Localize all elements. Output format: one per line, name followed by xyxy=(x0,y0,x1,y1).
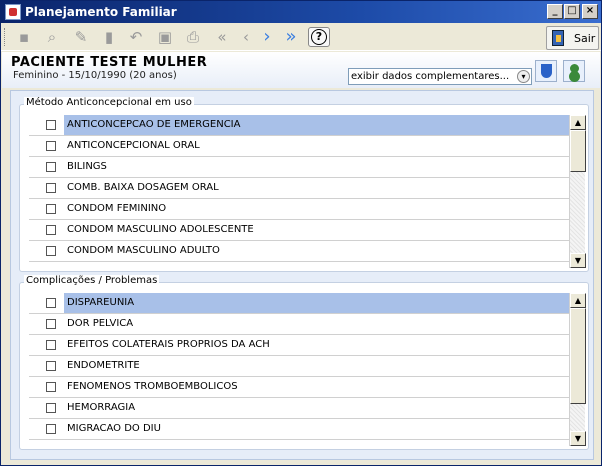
help-icon: ? xyxy=(311,29,327,45)
checkbox[interactable] xyxy=(46,141,56,151)
patient-details: Feminino - 15/10/1990 (20 anos) xyxy=(13,70,177,81)
list-item[interactable]: CONDOM MASCULINO ADULTO xyxy=(29,241,578,262)
checkbox[interactable] xyxy=(46,183,56,193)
list-item-label: MIGRACAO DO DIU xyxy=(67,423,161,434)
checkbox[interactable] xyxy=(46,403,56,413)
list-item-label: CONDOM MASCULINO ADOLESCENTE xyxy=(67,224,254,235)
delete-icon[interactable]: ▮ xyxy=(98,27,120,47)
list-item[interactable]: MIGRACAO DO DIU xyxy=(29,419,578,440)
checkbox[interactable] xyxy=(46,120,56,130)
checkbox[interactable] xyxy=(46,204,56,214)
list-item[interactable]: BILINGS xyxy=(29,157,578,178)
next-record-icon[interactable]: › xyxy=(256,27,278,47)
main-window: Planejamento Familiar _ □ × ▪ ⌕ ✎ ▮ ↶ ▣ … xyxy=(0,0,602,466)
scroll-up-icon[interactable]: ▲ xyxy=(570,293,586,308)
checkbox[interactable] xyxy=(46,382,56,392)
scroll-down-icon[interactable]: ▼ xyxy=(570,253,586,268)
edit-icon[interactable]: ✎ xyxy=(70,27,92,47)
checkbox[interactable] xyxy=(46,225,56,235)
methods-scrollbar[interactable]: ▲ ▼ xyxy=(569,115,586,268)
checkbox[interactable] xyxy=(46,319,56,329)
complications-list: DISPAREUNIA DOR PELVICA EFEITOS COLATERA… xyxy=(29,293,578,446)
extra-data-select[interactable]: exibir dados complementares... ▾ xyxy=(348,68,532,85)
list-item-label: BILINGS xyxy=(67,161,107,172)
list-item[interactable]: CONDOM MASCULINO ADOLESCENTE xyxy=(29,220,578,241)
list-item[interactable]: ENDOMETRITE xyxy=(29,356,578,377)
list-item[interactable]: EFEITOS COLATERAIS PROPRIOS DA ACH xyxy=(29,335,578,356)
checkbox[interactable] xyxy=(46,246,56,256)
checkbox[interactable] xyxy=(46,298,56,308)
shield-icon[interactable] xyxy=(535,60,557,82)
checkbox[interactable] xyxy=(46,340,56,350)
list-item-label: DOR PELVICA xyxy=(67,318,134,329)
list-item[interactable]: ANTICONCEPCAO DE EMERGENCIA xyxy=(29,115,578,136)
patient-header: PACIENTE TESTE MULHER Feminino - 15/10/1… xyxy=(2,52,600,88)
scroll-up-icon[interactable]: ▲ xyxy=(570,115,586,130)
list-item-label: ENDOMETRITE xyxy=(67,360,140,371)
first-record-icon[interactable]: « xyxy=(211,27,233,47)
print-icon[interactable]: ⎙ xyxy=(182,27,204,47)
methods-group: Método Anticoncepcional em uso ANTICONCE… xyxy=(19,97,589,272)
exit-button[interactable]: Sair xyxy=(546,26,599,50)
title-bar[interactable]: Planejamento Familiar _ □ × xyxy=(1,1,601,23)
toolbar: ▪ ⌕ ✎ ▮ ↶ ▣ ⎙ « ‹ › » ? Sair xyxy=(1,23,601,51)
methods-list: ANTICONCEPCAO DE EMERGENCIA ANTICONCEPCI… xyxy=(29,115,578,268)
checkbox[interactable] xyxy=(46,361,56,371)
extra-data-select-value: exibir dados complementares... xyxy=(351,71,510,82)
complications-legend: Complicações / Problemas xyxy=(24,275,160,286)
undo-icon[interactable]: ↶ xyxy=(125,27,147,47)
scroll-thumb[interactable] xyxy=(570,308,586,404)
list-item[interactable]: ANTICONCEPCIONAL ORAL xyxy=(29,136,578,157)
exit-door-icon xyxy=(552,30,564,46)
close-button[interactable]: × xyxy=(582,4,598,19)
complications-scrollbar[interactable]: ▲ ▼ xyxy=(569,293,586,446)
list-item-label: DISPAREUNIA xyxy=(64,293,578,313)
scroll-thumb[interactable] xyxy=(570,130,586,172)
last-record-icon[interactable]: » xyxy=(280,27,302,47)
previous-record-icon[interactable]: ‹ xyxy=(235,27,257,47)
complications-group: Complicações / Problemas DISPAREUNIA DOR… xyxy=(19,275,589,450)
patient-name: PACIENTE TESTE MULHER xyxy=(11,55,208,70)
checkbox[interactable] xyxy=(46,424,56,434)
list-item-label: COMB. BAIXA DOSAGEM ORAL xyxy=(67,182,219,193)
list-item-label: FENOMENOS TROMBOEMBOLICOS xyxy=(67,381,238,392)
list-item[interactable]: FENOMENOS TROMBOEMBOLICOS xyxy=(29,377,578,398)
list-item-label: CONDOM MASCULINO ADULTO xyxy=(67,245,220,256)
scroll-down-icon[interactable]: ▼ xyxy=(570,431,586,446)
list-item-label: HEMORRAGIA xyxy=(67,402,136,413)
list-item-label: ANTICONCEPCAO DE EMERGENCIA xyxy=(64,115,578,135)
person-card-icon[interactable] xyxy=(563,60,585,82)
help-button[interactable]: ? xyxy=(308,27,330,47)
new-icon[interactable]: ▪ xyxy=(13,27,35,47)
list-item-label: CONDOM FEMININO xyxy=(67,203,167,214)
window-title: Planejamento Familiar xyxy=(25,5,177,19)
list-item[interactable]: COMB. BAIXA DOSAGEM ORAL xyxy=(29,178,578,199)
app-icon xyxy=(5,4,21,20)
list-item[interactable]: DOR PELVICA xyxy=(29,314,578,335)
list-item[interactable]: DISPAREUNIA xyxy=(29,293,578,314)
content-panel: Método Anticoncepcional em uso ANTICONCE… xyxy=(10,90,594,460)
chevron-down-icon[interactable]: ▾ xyxy=(517,70,530,83)
maximize-button[interactable]: □ xyxy=(564,4,580,19)
minimize-button[interactable]: _ xyxy=(547,4,563,19)
save-icon[interactable]: ▣ xyxy=(154,27,176,47)
list-item[interactable]: HEMORRAGIA xyxy=(29,398,578,419)
exit-button-label: Sair xyxy=(574,32,596,45)
toolbar-grip xyxy=(4,28,7,46)
list-item[interactable]: CONDOM FEMININO xyxy=(29,199,578,220)
checkbox[interactable] xyxy=(46,162,56,172)
list-item-label: ANTICONCEPCIONAL ORAL xyxy=(67,140,200,151)
search-icon[interactable]: ⌕ xyxy=(41,27,63,47)
list-item-label: EFEITOS COLATERAIS PROPRIOS DA ACH xyxy=(67,339,270,350)
methods-legend: Método Anticoncepcional em uso xyxy=(24,97,194,108)
